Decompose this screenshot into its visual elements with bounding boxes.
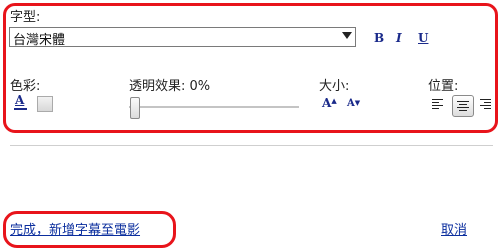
finish-add-subtitle-link[interactable]: 完成，新增字幕至電影: [10, 219, 140, 238]
font-select-value: 台灣宋體: [13, 33, 66, 48]
color-swatch[interactable]: [37, 96, 53, 112]
transparency-slider-thumb[interactable]: [130, 97, 140, 119]
divider: [10, 145, 493, 146]
increase-size-icon: A: [322, 96, 332, 110]
transparency-label: 透明效果: 0%: [129, 79, 211, 94]
transparency-slider-track[interactable]: [129, 106, 299, 109]
font-color-icon: A: [15, 93, 25, 107]
align-left-button[interactable]: [430, 96, 446, 112]
font-select[interactable]: 台灣宋體: [9, 27, 356, 48]
decrease-size-icon: A: [347, 98, 355, 109]
increase-size-button[interactable]: A▲: [322, 96, 337, 110]
text-settings-panel: [3, 3, 498, 133]
align-right-button[interactable]: [478, 96, 494, 112]
font-color-button[interactable]: A: [14, 93, 27, 110]
underline-button[interactable]: U: [418, 31, 428, 45]
color-label: 色彩:: [10, 79, 41, 94]
dropdown-arrow-icon[interactable]: [342, 32, 352, 39]
bold-button[interactable]: B: [374, 31, 384, 45]
align-center-button[interactable]: [452, 95, 474, 117]
font-label: 字型:: [10, 10, 41, 25]
size-label: 大小:: [319, 79, 350, 94]
italic-button[interactable]: I: [396, 31, 402, 45]
cancel-link[interactable]: 取消: [441, 219, 467, 238]
decrease-size-button[interactable]: A▼: [347, 98, 360, 109]
position-label: 位置:: [428, 79, 459, 94]
font-color-bar: [14, 108, 27, 110]
down-triangle-icon: ▼: [354, 98, 361, 107]
up-triangle-icon: ▲: [331, 96, 337, 105]
